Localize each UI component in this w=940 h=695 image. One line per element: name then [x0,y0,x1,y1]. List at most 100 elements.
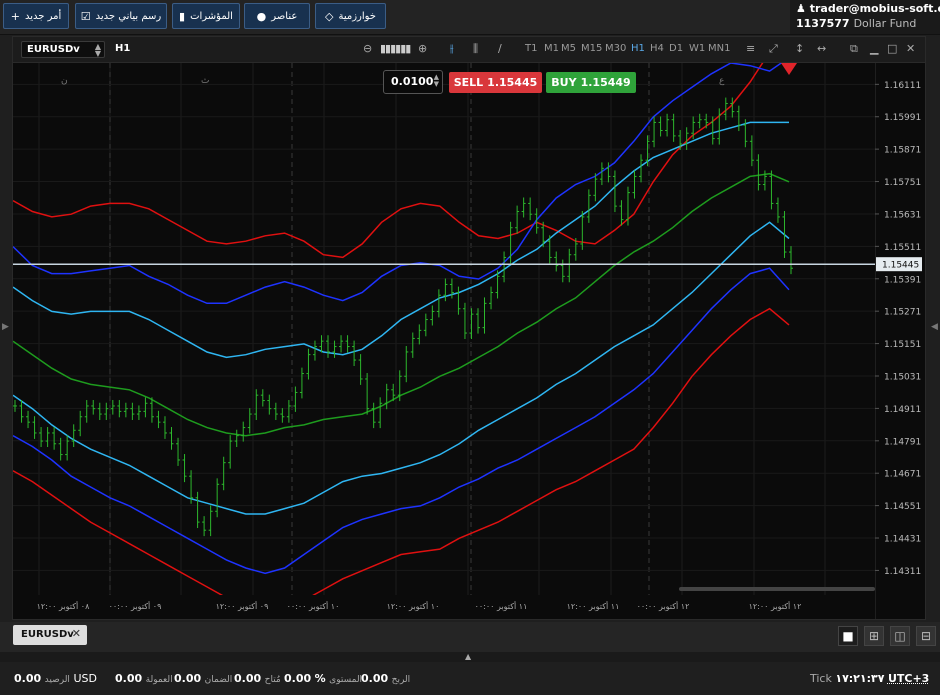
right-panel-toggle-icon[interactable]: ◀ [931,322,938,332]
elements-icon: ● [257,10,267,23]
price-tick-label: 1.14551 [884,502,921,512]
margin-label: الضمان [205,675,233,685]
time-tick-label: ١٢ أكتوبر ١٢:٠٠ [749,601,802,611]
bar-chart-icon[interactable]: ⫲ [450,42,454,56]
lot-value: 0.0100 [391,75,433,88]
price-tick-label: 1.15871 [884,146,921,156]
top-toolbar: + أمر جديد ☑ رسم بياني جديد ▮ المؤشرات ●… [0,0,940,35]
horizontal-line-icon[interactable]: ↔ [817,42,826,55]
free-stat: 0.00 مُتاح [234,672,281,685]
balance-label: الرصيد [45,675,70,685]
algorithm-label: خوارزمية [338,11,376,22]
panel-divider[interactable]: ▲ [0,652,940,662]
margin-stat: 0.00 الضمان [174,672,232,685]
sell-button[interactable]: SELL 1.15445 [449,72,542,93]
layout-single-icon[interactable]: ■ [838,626,858,646]
sell-label: SELL [454,76,483,89]
series-blue-lower [13,268,789,573]
time-tick-label: ١٢ أكتوبر ٠٠:٠٠ [637,601,690,611]
zoom-in-icon[interactable]: ⊕ [418,42,427,55]
close-tab-icon[interactable]: ✕ [72,627,81,640]
zoom-slider[interactable]: ▮▮▮▮▮▮ [380,42,410,55]
timeframe-m15[interactable]: M15 [581,43,602,54]
left-panel-toggle-icon[interactable]: ▶ [2,322,9,332]
timeframe-m5[interactable]: M5 [561,43,576,54]
account-balance: 1137577 [796,17,850,30]
chart-window: EURUSDv ▲ ▼ H1 ⊖ ▮▮▮▮▮▮ ⊕ ⫲ ⫼ ∕ T1 M1 M5 M15 M… [12,36,926,620]
zoom-out-icon[interactable]: ⊖ [363,42,372,55]
free-value: 0.00 [234,672,261,685]
horizontal-scrollbar [679,587,875,591]
day-marker: ن [61,76,68,86]
current-price-label: 1.15445 [882,261,919,271]
draw-line-icon[interactable]: ⤢ [769,42,778,56]
minimize-icon[interactable]: ▁ [870,42,878,55]
commission-label: العمولة [146,675,173,685]
time-tick-label: ١٠ أكتوبر ١٢:٠٠ [387,601,440,611]
timeframe-h4[interactable]: H4 [650,43,664,54]
balance-unit: USD [73,672,97,685]
popout-icon[interactable]: ⧉ [850,42,858,56]
timeframe-d1[interactable]: D1 [669,43,683,54]
layout-vertical-icon[interactable]: ◫ [890,626,910,646]
indicators-label: المؤشرات [190,11,233,22]
price-tick-label: 1.14671 [884,470,921,480]
chart-tab-bar: EURUSDv ✕ ■ ⊞ ◫ ⊟ [0,622,940,652]
line-chart-icon[interactable]: ∕ [498,42,502,55]
account-panel[interactable]: ♟ trader@mobius-soft.org 1137577Dollar F… [790,0,940,34]
elements-button[interactable]: ● عناصر [244,3,310,29]
elements-label: عناصر [271,11,297,22]
buy-button[interactable]: BUY 1.15449 [546,72,636,93]
price-alert-marker [781,63,797,75]
time-tick-label: ٠٨ أكتوبر ١٢:٠٠ [37,601,91,611]
level-value: 0.00 [284,672,311,685]
layout-horizontal-icon[interactable]: ⊟ [916,626,936,646]
status-bar: 0.00 الرصيد USD 0.00 العمولة 0.00 الضمان… [0,662,940,695]
new-order-label: أمر جديد [25,11,61,22]
timeframe-m1[interactable]: M1 [544,43,559,54]
maximize-icon[interactable]: □ [887,42,897,55]
price-tick-label: 1.15511 [884,243,921,253]
symbol-select[interactable]: EURUSDv ▲ ▼ [21,41,105,58]
timeframe-t1[interactable]: T1 [525,43,537,54]
price-tick-label: 1.15991 [884,113,921,123]
time-tick-label: ٠٩ أكتوبر ٠٠:٠٠ [109,601,162,611]
layout-grid-icon[interactable]: ⊞ [864,626,884,646]
time-tick-label: ٠٩ أكتوبر ١٢:٠٠ [216,601,269,611]
timeframe-m30[interactable]: M30 [605,43,626,54]
expand-panel-icon[interactable]: ▲ [465,652,471,661]
timeframe-w1[interactable]: W1 [689,43,705,54]
time-tick-label: ١٠ أكتوبر ٠٠:٠٠ [287,601,340,611]
indicators-button[interactable]: ▮ المؤشرات [172,3,240,29]
price-tick-label: 1.15631 [884,210,921,220]
balance-value: 0.00 [14,672,41,685]
indicators-icon: ▮ [179,10,185,23]
algorithm-button[interactable]: ◇ خوارزمية [315,3,386,29]
plus-icon: + [11,10,20,23]
day-marker: ع [719,76,725,86]
indicator-list-icon[interactable]: ≡ [746,42,755,55]
close-icon[interactable]: ✕ [906,42,915,55]
new-order-button[interactable]: + أمر جديد [3,3,69,29]
lot-size-input[interactable]: 0.0100 ▲ ▼ [383,70,443,94]
current-timeframe: H1 [115,43,130,54]
price-tick-label: 1.15751 [884,178,921,188]
series-lightblue-upper [13,122,789,357]
vertical-line-icon[interactable]: ↕ [795,42,804,55]
buy-label: BUY [551,76,576,89]
symbol-value: EURUSDv [27,44,80,55]
timeframe-h1[interactable]: H1 [631,43,645,54]
chart-icon: ☑ [81,10,91,23]
new-chart-button[interactable]: ☑ رسم بياني جديد [75,3,167,29]
chart-plot[interactable]: نثع [13,63,875,595]
level-label: المستوى [329,675,362,685]
series-green-middle [13,174,789,436]
candle-chart-icon[interactable]: ⫼ [473,42,478,56]
timeframe-mn1[interactable]: MN1 [708,43,730,54]
price-tick-label: 1.15391 [884,275,921,285]
chart-tab[interactable]: EURUSDv ✕ [13,625,87,645]
balance-stat: 0.00 الرصيد USD [14,672,97,685]
timezone-select[interactable]: UTC+3 [888,672,929,685]
price-tick-label: 1.14791 [884,437,921,447]
level-stat: 0.00 % المستوى [284,672,362,685]
